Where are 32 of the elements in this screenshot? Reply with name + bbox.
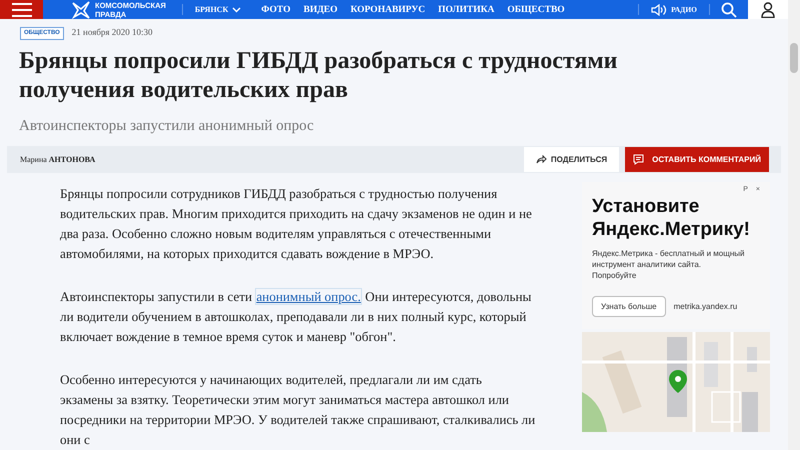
article-paragraph: Брянцы попросили сотрудников ГИБДД разобраться с трудностью получения водительских прав. Многим приходится приходить на сдачу экзаменов не один и не два раза. Особенно сложно новым водителям управляться с отечественными автомобилями, на которых приходится сдавать вождение в МРЭО. <box>60 185 533 263</box>
ad-title: Установите Яндекс.Метрику! <box>592 194 752 240</box>
article-subtitle: Автоинспекторы запустили анонимный опрос <box>18 116 315 136</box>
speaker-icon <box>651 4 668 16</box>
share-button[interactable]: ПОДЕЛИТЬСЯ <box>524 147 620 172</box>
comment-button[interactable]: ОСТАВИТЬ КОММЕНТАРИЙ <box>625 147 769 172</box>
account-button[interactable] <box>748 0 788 20</box>
scrollbar-thumb[interactable] <box>790 43 798 73</box>
survey-link[interactable]: анонимный опрос. <box>255 288 362 305</box>
menu-button[interactable] <box>0 0 43 20</box>
region-selector[interactable]: БРЯНСК <box>182 0 254 20</box>
nav-link[interactable]: ВИДЕО <box>304 2 338 17</box>
user-icon <box>761 2 775 18</box>
nav-link[interactable]: ПОЛИТИКА <box>438 2 494 17</box>
nav-link[interactable]: ФОТО <box>261 2 291 17</box>
learn-more-button[interactable]: Узнать больше <box>592 296 666 317</box>
ad-text: Яндекс.Метрика - бесплатный и мощный инструмент аналитики сайта. Попробуйте <box>592 248 746 280</box>
search-icon <box>721 2 737 18</box>
article-paragraph: Особенно интересуются у начинающих водителей, предлагали ли им сдать экзамены за взятку. Теоретически этим могут заниматься мастера автошкол или посредники на территории МРЭО. У водителей также спрашивают, сталкивались ли они с <box>60 371 536 449</box>
menu-icon <box>12 2 32 17</box>
publish-date: 21 ноября 2020 10:30 <box>72 26 153 40</box>
star-icon <box>71 0 91 19</box>
scrollbar[interactable] <box>788 0 800 450</box>
comment-icon <box>633 154 644 166</box>
nav-link[interactable]: ОБЩЕСТВО <box>507 2 565 17</box>
nav-link[interactable]: КОРОНАВИРУС <box>350 2 426 17</box>
author-name[interactable]: Марина АНТОНОВА <box>20 154 96 166</box>
chevron-down-icon <box>232 6 242 13</box>
share-icon <box>536 155 547 164</box>
ad-domain[interactable]: metrika.yandex.ru <box>674 300 738 312</box>
article-paragraph: Автоинспекторы запустили в сети анонимный опрос. Они интересуются, довольны ли водители обучением в автошколах, преподавали ли в них полный курс, который включает вождение в темное время суток и маневр "обгон". <box>60 287 532 346</box>
article-title: Брянцы попросили ГИБДД разобраться с трудностями получения водительских прав <box>18 46 618 105</box>
